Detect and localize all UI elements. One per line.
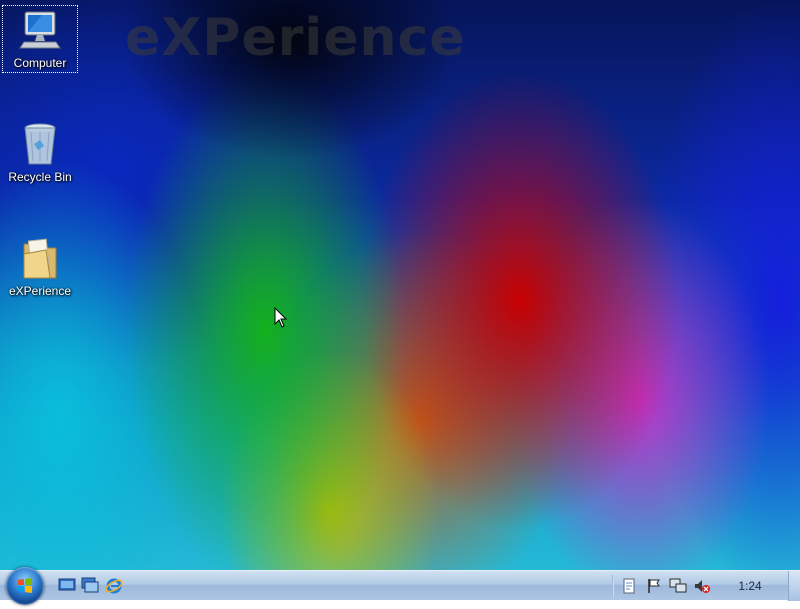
desktop[interactable]: eXPerience Computer Recycle Bin eXPerien… <box>0 0 800 570</box>
document-icon <box>623 578 635 594</box>
internet-explorer-icon <box>105 578 123 594</box>
tray-network[interactable] <box>669 577 687 595</box>
quick-launch-switch-windows[interactable] <box>81 577 99 593</box>
tray-divider <box>612 575 614 597</box>
show-desktop-icon <box>58 578 76 591</box>
desktop-icon-label: Computer <box>13 56 67 70</box>
tray-document[interactable] <box>620 577 638 595</box>
desktop-icon-recycle-bin[interactable]: Recycle Bin <box>3 120 77 184</box>
desktop-icon-experience-folder[interactable]: eXPerience <box>3 234 77 298</box>
recycle-bin-icon <box>16 120 64 168</box>
tray-volume[interactable] <box>693 577 711 595</box>
mouse-cursor-icon <box>274 306 288 333</box>
desktop-icon-computer[interactable]: Computer <box>2 5 78 73</box>
desktop-icon-label: eXPerience <box>8 284 72 298</box>
wallpaper-brand-text: eXPerience <box>125 8 466 68</box>
start-button[interactable] <box>6 567 44 605</box>
folder-icon <box>16 234 64 282</box>
windows-logo-icon <box>18 578 32 593</box>
switch-windows-icon <box>81 577 99 593</box>
quick-launch-internet-explorer[interactable] <box>105 577 123 594</box>
desktop-icon-label: Recycle Bin <box>8 170 72 184</box>
computer-icon <box>16 6 64 54</box>
volume-muted-icon <box>695 580 710 593</box>
taskbar-clock[interactable]: 1:24 <box>728 579 772 593</box>
taskbar: 1:24 <box>0 567 800 605</box>
show-desktop-button[interactable] <box>788 571 800 601</box>
network-icon <box>669 578 687 593</box>
quick-launch-show-desktop[interactable] <box>58 577 76 593</box>
tray-action-center[interactable] <box>645 577 663 595</box>
action-center-flag-icon <box>648 579 660 593</box>
